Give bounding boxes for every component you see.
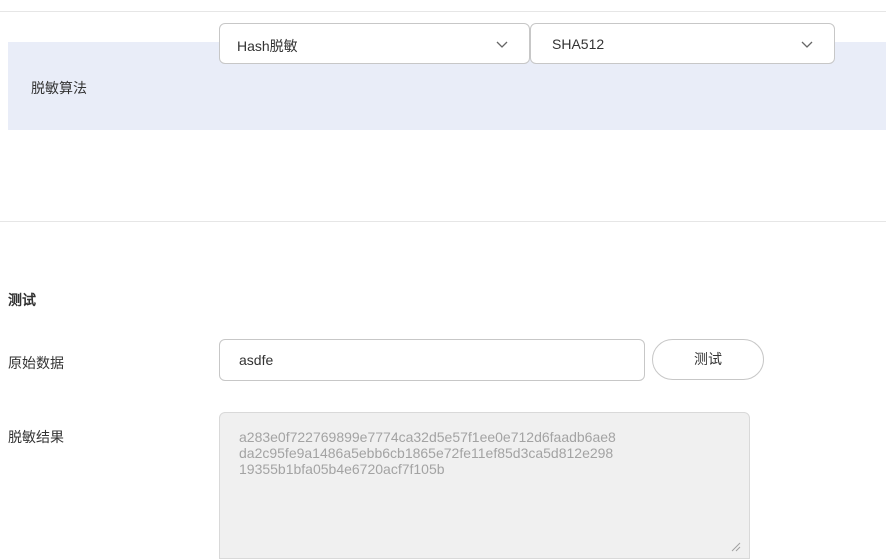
chevron-down-icon bbox=[495, 37, 509, 51]
method-select[interactable]: Hash脱敏 bbox=[219, 23, 530, 64]
result-textarea[interactable]: a283e0f722769899e7774ca32d5e57f1ee0e712d… bbox=[219, 412, 750, 559]
result-line: a283e0f722769899e7774ca32d5e57f1ee0e712d… bbox=[239, 429, 616, 445]
hash-algorithm-select[interactable]: SHA512 bbox=[530, 23, 835, 64]
top-divider bbox=[0, 11, 886, 12]
chevron-down-icon bbox=[800, 37, 814, 51]
result-line: 19355b1bfa05b4e6720acf7f105b bbox=[239, 461, 445, 477]
raw-data-label: 原始数据 bbox=[8, 355, 64, 371]
algorithm-label: 脱敏算法 bbox=[31, 80, 87, 96]
method-select-value: Hash脱敏 bbox=[237, 38, 298, 54]
hash-select-value: SHA512 bbox=[552, 36, 605, 52]
result-line: da2c95fe9a1486a5ebb6cb1865e72fe11ef85d3c… bbox=[239, 445, 614, 461]
result-label: 脱敏结果 bbox=[8, 429, 64, 445]
test-section-title: 测试 bbox=[8, 292, 36, 308]
raw-data-input[interactable] bbox=[219, 339, 645, 381]
resize-handle-icon[interactable] bbox=[729, 540, 741, 552]
test-button[interactable]: 测试 bbox=[652, 339, 764, 380]
section-divider bbox=[0, 221, 886, 222]
desensitization-config-page: 脱敏算法 Hash脱敏 SHA512 测试 原始数据 测试 脱敏结果 a283e… bbox=[0, 0, 886, 559]
